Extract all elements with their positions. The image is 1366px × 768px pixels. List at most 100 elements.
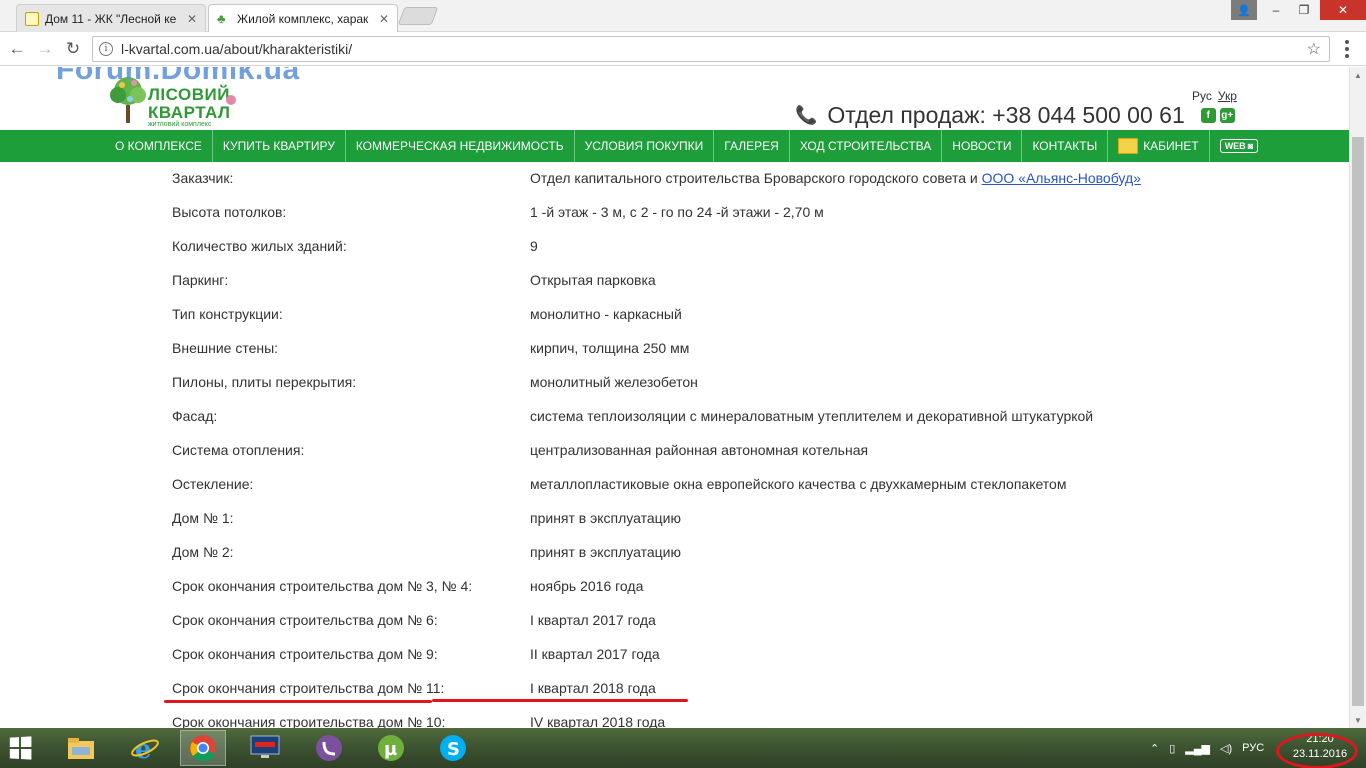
spec-value: принят в эксплуатацию — [530, 510, 682, 526]
bookmark-star-icon[interactable]: ☆ — [1307, 39, 1321, 59]
spec-label: Фасад: — [172, 408, 218, 424]
developer-link[interactable]: ООО «Альянс-Новобуд» — [982, 170, 1141, 186]
user-profile-icon[interactable]: 👤 — [1231, 0, 1257, 20]
sales-phone-text: Отдел продаж: +38 044 500 00 61 — [827, 101, 1185, 128]
menu-about[interactable]: О КОМПЛЕКСЕ — [105, 130, 213, 162]
file-explorer-icon[interactable] — [58, 730, 104, 766]
spec-label: Количество жилых зданий: — [172, 238, 347, 254]
utorrent-icon[interactable]: µ — [368, 730, 414, 766]
tab-1-title: Дом 11 - ЖК "Лесной ке — [45, 11, 177, 26]
spec-value: монолитный железобетон — [530, 374, 698, 390]
close-window-button[interactable]: ✕ — [1320, 0, 1366, 20]
spec-label: Дом № 2: — [172, 544, 234, 560]
main-menu: О КОМПЛЕКСЕ КУПИТЬ КВАРТИРУ КОММЕРЧЕСКАЯ… — [0, 130, 1349, 162]
table-row: Фасад: система теплоизоляции с минералова… — [172, 405, 1272, 439]
spec-label: Срок окончания строительства дом № 6: — [172, 612, 438, 628]
logo-line1: ЛІСОВИЙ — [148, 85, 230, 104]
spec-value: I квартал 2017 года — [530, 612, 656, 628]
spec-value-text: Отдел капитального строительства Броварс… — [530, 170, 982, 186]
menu-webcam[interactable]: WEB ◙ — [1210, 130, 1268, 162]
new-tab-button[interactable] — [397, 7, 439, 25]
spec-label: Паркинг: — [172, 272, 229, 288]
menu-news[interactable]: НОВОСТИ — [942, 130, 1023, 162]
table-row: Срок окончания строительства дом № 11: I … — [172, 677, 1272, 711]
forward-button[interactable]: → — [34, 38, 56, 60]
table-row: Паркинг: Открытая парковка — [172, 269, 1272, 303]
network-signal-icon[interactable]: ▂▄▆ — [1185, 742, 1210, 755]
reload-button[interactable]: ↻ — [62, 38, 84, 60]
scroll-up-icon[interactable]: ▲ — [1350, 67, 1366, 83]
spec-label: Внешние стены: — [172, 340, 279, 356]
tab-1[interactable]: Дом 11 - ЖК "Лесной ке ✕ — [16, 4, 206, 32]
info-icon[interactable]: i — [99, 42, 113, 56]
table-row: Высота потолков: 1 -й этаж - 3 м, с 2 - г… — [172, 201, 1272, 235]
volume-icon[interactable]: ◁) — [1220, 742, 1232, 755]
scroll-down-icon[interactable]: ▼ — [1350, 712, 1366, 728]
annotation-underline-label — [164, 700, 432, 703]
spec-value: Открытая парковка — [530, 272, 656, 288]
spec-value: Отдел капитального строительства Броварс… — [530, 170, 1141, 186]
battery-icon[interactable]: ▯ — [1169, 742, 1175, 755]
google-plus-icon[interactable]: g+ — [1219, 107, 1235, 123]
table-row: Срок окончания строительства дом № 3, № … — [172, 575, 1272, 609]
address-bar[interactable]: i l-kvartal.com.ua/about/kharakteristiki… — [92, 36, 1330, 62]
annotation-underline-value — [432, 699, 688, 702]
svg-text:e: e — [135, 735, 152, 763]
phone-icon: 📞 — [795, 104, 818, 125]
table-row: Внешние стены: кирпич, толщина 250 мм — [172, 337, 1272, 371]
spec-value: принят в эксплуатацию — [530, 544, 682, 560]
spec-value: монолитно - каркасный — [530, 306, 682, 322]
windows-start-icon[interactable] — [9, 736, 32, 760]
scrollbar-thumb[interactable] — [1352, 137, 1364, 706]
spec-label: Система отопления: — [172, 442, 305, 458]
input-language[interactable]: РУС — [1242, 742, 1264, 754]
minimize-button[interactable]: ‒ — [1262, 0, 1290, 20]
tab-strip: Дом 11 - ЖК "Лесной ке ✕ ♣ Жилой комплек… — [0, 0, 1366, 33]
webcam-icon: WEB ◙ — [1219, 139, 1259, 153]
menu-commercial[interactable]: КОММЕРЧЕСКАЯ НЕДВИЖИМОСТЬ — [346, 130, 575, 162]
spec-value: металлопластиковые окна европейского кач… — [530, 476, 1067, 492]
svg-text:µ: µ — [384, 739, 397, 760]
menu-purchase-terms[interactable]: УСЛОВИЯ ПОКУПКИ — [575, 130, 715, 162]
webcam-label: WEB — [1224, 141, 1246, 151]
spec-label: Заказчик: — [172, 170, 234, 186]
logo-dot — [226, 95, 236, 105]
svg-text:S: S — [447, 739, 460, 760]
lenovo-icon[interactable] — [242, 730, 288, 766]
logo-line2: КВАРТАЛ — [148, 103, 231, 122]
menu-cabinet-label: КАБИНЕТ — [1143, 139, 1199, 153]
maximize-button[interactable]: ❐ — [1290, 0, 1318, 20]
menu-cabinet[interactable]: КАБИНЕТ — [1108, 130, 1210, 162]
show-hidden-icons-icon[interactable]: ⌃ — [1150, 742, 1159, 755]
spec-label: Тип конструкции: — [172, 306, 283, 322]
facebook-icon[interactable]: f — [1200, 107, 1216, 123]
watermark: Forum.Domik.ua — [56, 67, 300, 86]
tree-favicon-icon: ♣ — [217, 11, 226, 26]
windows-taskbar: e µ S ⌃ ▯ ▂▄▆ ◁) РУС 21:20 23.11.2016 — [0, 728, 1366, 768]
table-row: Система отопления: централизованная район… — [172, 439, 1272, 473]
browser-toolbar: ← → ↻ i l-kvartal.com.ua/about/kharakter… — [0, 32, 1366, 66]
table-row: Срок окончания строительства дом № 6: I к… — [172, 609, 1272, 643]
back-button[interactable]: ← — [6, 38, 28, 60]
chrome-icon[interactable] — [180, 730, 226, 766]
table-row: Пилоны, плиты перекрытия: монолитный желе… — [172, 371, 1272, 405]
spec-value: кирпич, толщина 250 мм — [530, 340, 690, 356]
menu-buy-apartment[interactable]: КУПИТЬ КВАРТИРУ — [213, 130, 346, 162]
table-row: Срок окончания строительства дом № 9: II … — [172, 643, 1272, 677]
skype-icon[interactable]: S — [430, 730, 476, 766]
envelope-icon — [1118, 138, 1139, 154]
internet-explorer-icon[interactable]: e — [122, 730, 168, 766]
page-scrollbar[interactable]: ▲ ▼ — [1349, 67, 1366, 728]
tab-2[interactable]: ♣ Жилой комплекс, харак ✕ — [208, 4, 398, 33]
url-text[interactable]: l-kvartal.com.ua/about/kharakteristiki/ — [121, 41, 352, 57]
close-tab-icon[interactable]: ✕ — [379, 12, 389, 26]
viber-icon[interactable] — [306, 730, 352, 766]
browser-menu-button[interactable] — [1340, 40, 1354, 58]
menu-contacts[interactable]: КОНТАКТЫ — [1022, 130, 1109, 162]
annotation-circle — [1276, 733, 1358, 768]
social-links: f g+ — [1200, 107, 1235, 123]
close-tab-icon[interactable]: ✕ — [187, 12, 197, 26]
menu-construction-progress[interactable]: ХОД СТРОИТЕЛЬСТВА — [790, 130, 943, 162]
menu-gallery[interactable]: ГАЛЕРЕЯ — [714, 130, 790, 162]
spec-label: Высота потолков: — [172, 204, 287, 220]
